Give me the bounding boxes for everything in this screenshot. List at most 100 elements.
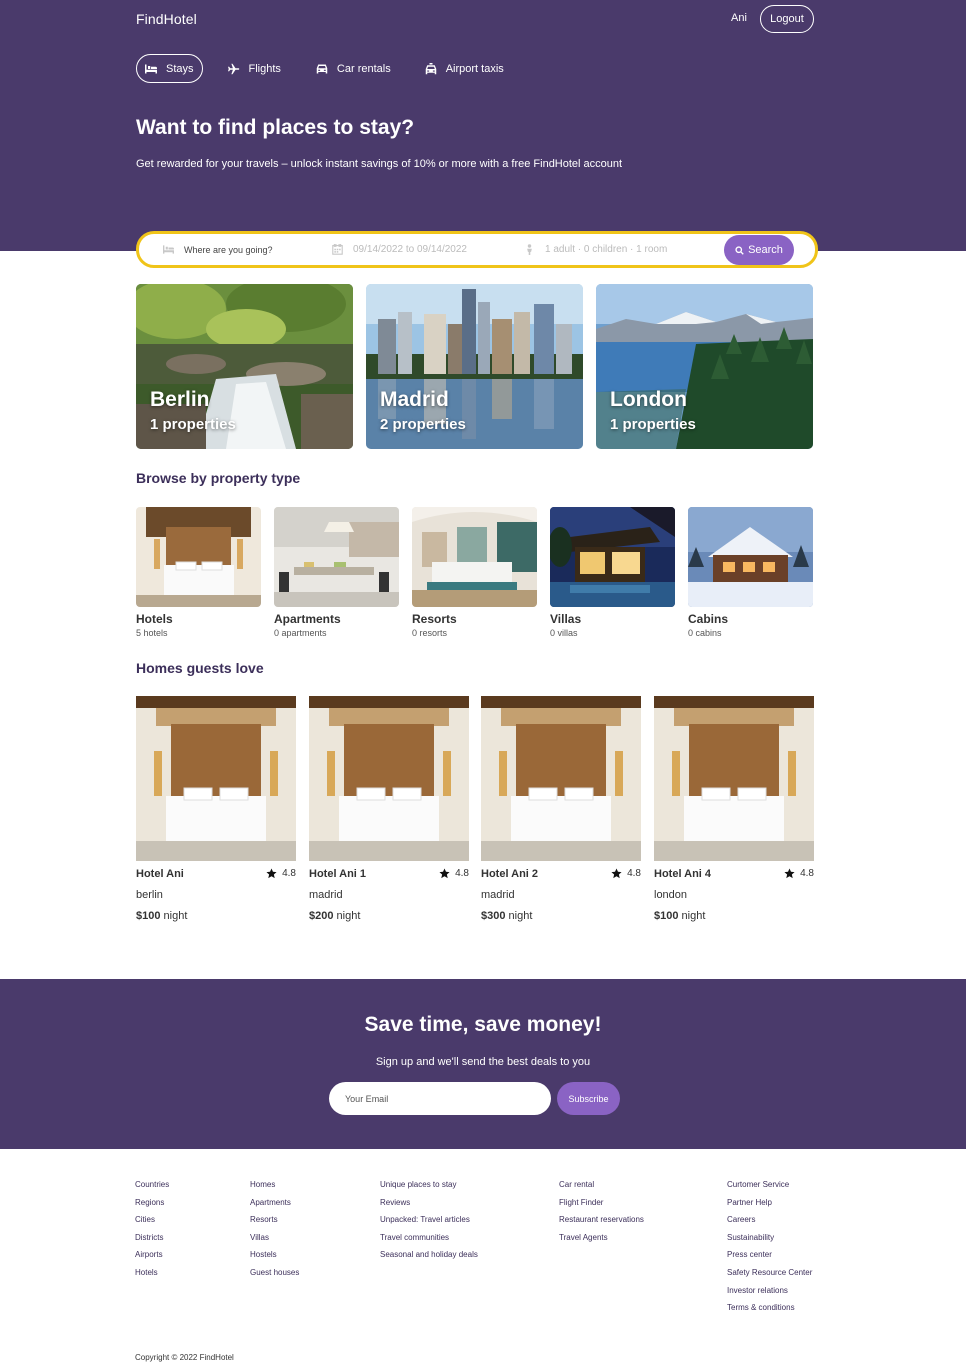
footer-link[interactable]: Press center	[727, 1249, 812, 1267]
footer-link[interactable]: Partner Help	[727, 1197, 812, 1215]
property-type-villas[interactable]: Villas 0 villas	[550, 507, 675, 638]
email-input[interactable]	[329, 1082, 551, 1115]
guests-field[interactable]: 1 adult · 0 children · 1 room	[524, 234, 667, 265]
property-type-name: Hotels	[136, 612, 173, 626]
footer-column-2: Homes Apartments Resorts Villas Hostels …	[250, 1179, 299, 1285]
nav-stays-label: Stays	[166, 62, 194, 75]
footer-link[interactable]: Flight Finder	[559, 1197, 644, 1215]
footer-link[interactable]: Seasonal and holiday deals	[380, 1249, 478, 1267]
nav-airport-taxis-label: Airport taxis	[445, 62, 504, 75]
footer-link[interactable]: Investor relations	[727, 1285, 812, 1303]
destination-input[interactable]	[184, 244, 314, 255]
villa-night-image	[550, 507, 675, 607]
footer-link[interactable]: Hostels	[250, 1249, 299, 1267]
footer-link[interactable]: Cities	[135, 1214, 169, 1232]
property-type-count: 0 cabins	[688, 628, 722, 638]
property-type-name: Apartments	[274, 612, 341, 626]
footer-column-3: Unique places to stay Reviews Unpacked: …	[380, 1179, 478, 1267]
search-button[interactable]: Search	[724, 235, 794, 265]
property-type-hotels[interactable]: Hotels 5 hotels	[136, 507, 261, 638]
footer-link[interactable]: Terms & conditions	[727, 1302, 812, 1320]
footer-link[interactable]: Countries	[135, 1179, 169, 1197]
city-card-berlin[interactable]: Berlin 1 properties	[136, 284, 353, 449]
home-card[interactable]: Hotel Ani 4.8 berlin $100 night	[136, 696, 296, 922]
hero-title: Want to find places to stay?	[136, 116, 415, 139]
footer-link[interactable]: Travel communities	[380, 1232, 478, 1250]
footer-link[interactable]: Car rental	[559, 1179, 644, 1197]
city-card-madrid[interactable]: Madrid 2 properties	[366, 284, 583, 449]
city-properties: 1 properties	[150, 416, 236, 433]
home-rating: 4.8	[266, 868, 296, 879]
home-price: $100 night	[654, 910, 705, 922]
hotel-room-image	[136, 507, 261, 607]
resort-room-image	[412, 507, 537, 607]
date-range-field[interactable]: 09/14/2022 to 09/14/2022	[332, 234, 467, 265]
property-type-name: Cabins	[688, 612, 729, 626]
home-city: madrid	[309, 889, 343, 901]
footer-link[interactable]: Sustainability	[727, 1232, 812, 1250]
footer-column-4: Car rental Flight Finder Restaurant rese…	[559, 1179, 644, 1249]
home-city: madrid	[481, 889, 515, 901]
price-unit: night	[333, 910, 361, 922]
hotel-room-image	[309, 696, 469, 861]
property-type-cabins[interactable]: Cabins 0 cabins	[688, 507, 813, 638]
footer-link[interactable]: Travel Agents	[559, 1232, 644, 1250]
logo[interactable]: FindHotel	[136, 11, 197, 27]
nav-car-rentals[interactable]: Car rentals	[308, 54, 399, 83]
city-properties: 1 properties	[610, 416, 696, 433]
newsletter-subtitle: Sign up and we'll send the best deals to…	[375, 1056, 591, 1068]
footer-link[interactable]: Curtomer Service	[727, 1179, 812, 1197]
bed-icon	[145, 64, 157, 73]
property-type-name: Villas	[550, 612, 582, 626]
price-value: $100	[654, 910, 679, 922]
nav-flights[interactable]: Flights	[220, 54, 289, 83]
footer-link[interactable]: Regions	[135, 1197, 169, 1215]
footer-link[interactable]: Resorts	[250, 1214, 299, 1232]
destination-field[interactable]	[163, 234, 314, 265]
home-card[interactable]: Hotel Ani 1 4.8 madrid $200 night	[309, 696, 469, 922]
hotel-room-image	[654, 696, 814, 861]
city-properties: 2 properties	[380, 416, 466, 433]
car-icon	[316, 64, 328, 73]
star-icon	[784, 868, 795, 879]
property-types-title: Browse by property type	[136, 470, 301, 486]
home-card[interactable]: Hotel Ani 4 4.8 london $100 night	[654, 696, 814, 922]
footer-link[interactable]: Villas	[250, 1232, 299, 1250]
property-type-resorts[interactable]: Resorts 0 resorts	[412, 507, 537, 638]
price-value: $300	[481, 910, 506, 922]
city-name: London	[610, 388, 687, 411]
home-card[interactable]: Hotel Ani 2 4.8 madrid $300 night	[481, 696, 641, 922]
home-city: london	[654, 889, 688, 901]
home-name: Hotel Ani 4	[654, 868, 712, 880]
footer-link[interactable]: Airports	[135, 1249, 169, 1267]
home-price: $300 night	[481, 910, 532, 922]
footer-link[interactable]: Careers	[727, 1214, 812, 1232]
footer-link[interactable]: Unique places to stay	[380, 1179, 478, 1197]
main-nav: Stays Flights Car rentals Airport taxis	[136, 54, 512, 83]
search-bar: 09/14/2022 to 09/14/2022 1 adult · 0 chi…	[136, 231, 818, 268]
nav-stays[interactable]: Stays	[136, 54, 203, 83]
footer-link[interactable]: Districts	[135, 1232, 169, 1250]
home-name: Hotel Ani	[136, 868, 184, 880]
home-price: $200 night	[309, 910, 360, 922]
footer-link[interactable]: Unpacked: Travel articles	[380, 1214, 478, 1232]
footer-link[interactable]: Restaurant reservations	[559, 1214, 644, 1232]
property-type-name: Resorts	[412, 612, 457, 626]
rating-value: 4.8	[800, 868, 814, 879]
footer-link[interactable]: Safety Resource Center	[727, 1267, 812, 1285]
property-type-count: 0 resorts	[412, 628, 448, 638]
footer-link[interactable]: Reviews	[380, 1197, 478, 1215]
subscribe-button[interactable]: Subscribe	[557, 1082, 620, 1115]
logout-button[interactable]: Logout	[760, 5, 814, 33]
footer-link[interactable]: Guest houses	[250, 1267, 299, 1285]
footer-link[interactable]: Hotels	[135, 1267, 169, 1285]
property-type-apartments[interactable]: Apartments 0 apartments	[274, 507, 399, 638]
star-icon	[611, 868, 622, 879]
nav-airport-taxis[interactable]: Airport taxis	[417, 54, 512, 83]
rating-value: 4.8	[455, 868, 469, 879]
city-name: Berlin	[150, 388, 210, 411]
footer-link[interactable]: Apartments	[250, 1197, 299, 1215]
city-card-london[interactable]: London 1 properties	[596, 284, 813, 449]
footer-link[interactable]: Homes	[250, 1179, 299, 1197]
footer-column-1: Countries Regions Cities Districts Airpo…	[135, 1179, 169, 1285]
